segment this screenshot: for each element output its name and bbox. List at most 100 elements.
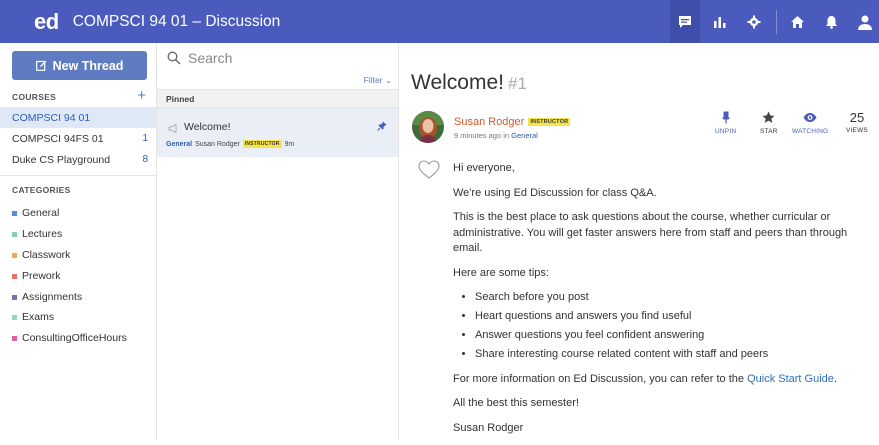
search-icon	[167, 51, 181, 65]
top-separator	[776, 9, 777, 34]
star-icon	[762, 111, 775, 123]
filter-dropdown[interactable]: Filter ⌄	[364, 75, 392, 86]
post-greeting: Hi everyone,	[453, 162, 515, 174]
thread-title: Welcome!	[184, 121, 231, 133]
category-item-exams[interactable]: Exams	[12, 310, 54, 324]
post-view: Welcome! #1 Susan Rodger INSTRUCTOR 9 min…	[400, 43, 879, 440]
post-title: Welcome!	[411, 71, 504, 94]
post-paragraph: We're using Ed Discussion for class Q&A.	[453, 186, 657, 199]
course-name: COMPSCI 94FS 01	[12, 132, 104, 145]
category-label: Assignments	[22, 291, 83, 303]
category-label: General	[22, 207, 60, 219]
thread-meta: General Susan Rodger INSTRUCTOR 9m	[166, 140, 294, 148]
category-color-swatch	[12, 210, 17, 216]
views-count: 25	[849, 110, 865, 125]
course-item-compsci-94fs-01[interactable]: COMPSCI 94FS 01 1	[0, 128, 156, 149]
category-label: Exams	[22, 311, 55, 323]
post-author: Susan Rodger INSTRUCTOR	[454, 116, 571, 128]
quick-start-guide-link[interactable]: Quick Start Guide	[747, 373, 834, 385]
category-color-swatch	[12, 335, 17, 341]
new-thread-label: New Thread	[52, 58, 124, 73]
settings-icon[interactable]	[740, 0, 768, 43]
course-name: Duke CS Playground	[12, 153, 111, 166]
ed-logo[interactable]: ed	[34, 9, 59, 35]
bell-icon[interactable]	[817, 0, 845, 43]
top-icons	[670, 0, 879, 43]
instructor-badge: INSTRUCTOR	[528, 118, 571, 126]
thread-list-panel: Filter ⌄ Pinned Welcome! General Susan R…	[157, 43, 399, 440]
sidebar: New Thread COURSES + COMPSCI 94 01 COMPS…	[0, 43, 157, 440]
category-label: ConsultingOfficeHours	[22, 332, 127, 344]
pin-icon	[721, 111, 730, 124]
category-color-swatch	[12, 252, 17, 258]
pinned-section-heading: Pinned	[157, 89, 398, 108]
post-number: #1	[507, 74, 527, 93]
category-label: Prework	[22, 270, 61, 282]
search-input[interactable]	[188, 50, 388, 66]
post-body: Hi everyone, We're using Ed Discussion f…	[453, 161, 863, 445]
star-button[interactable]: STAR	[760, 111, 778, 135]
category-item-prework[interactable]: Prework	[12, 269, 61, 283]
category-item-classwork[interactable]: Classwork	[12, 248, 70, 262]
post-paragraph: This is the best place to ask questions …	[453, 211, 848, 254]
info-text: For more information on Ed Discussion, y…	[453, 372, 748, 385]
post-paragraph: All the best this semester!	[453, 397, 579, 409]
category-item-consultingofficehours[interactable]: ConsultingOfficeHours	[12, 331, 127, 345]
category-color-swatch	[12, 273, 17, 279]
course-item-compsci-94-01[interactable]: COMPSCI 94 01	[0, 107, 156, 128]
course-name: COMPSCI 94 01	[12, 111, 91, 124]
list-item: Answer questions you feel confident answ…	[475, 328, 863, 344]
user-icon[interactable]	[851, 0, 879, 43]
views-label: VIEWS	[846, 127, 868, 134]
list-item: Heart questions and answers you find use…	[475, 309, 863, 325]
tips-list: Search before you post Heart questions a…	[475, 290, 863, 363]
pin-icon	[377, 120, 387, 134]
add-course-icon[interactable]: +	[137, 87, 146, 104]
star-label: STAR	[760, 128, 778, 135]
analytics-icon[interactable]	[706, 0, 734, 43]
thread-item[interactable]: Welcome! General Susan Rodger INSTRUCTOR…	[157, 108, 398, 157]
categories-heading: CATEGORIES	[12, 185, 71, 195]
category-item-general[interactable]: General	[12, 206, 59, 220]
category-label: Classwork	[22, 249, 71, 261]
category-color-swatch	[12, 294, 17, 300]
new-thread-button[interactable]: New Thread	[12, 51, 147, 80]
compose-icon	[35, 60, 46, 71]
list-item: Search before you post	[475, 290, 863, 306]
unpin-button[interactable]: UNPIN	[715, 111, 736, 135]
category-item-lectures[interactable]: Lectures	[12, 227, 62, 241]
category-color-swatch	[12, 231, 17, 237]
course-badge: 1	[142, 133, 148, 144]
chevron-down-icon: ⌄	[384, 75, 392, 85]
category-label: Lectures	[22, 228, 63, 240]
thread-time: 9m	[284, 140, 295, 148]
thread-category: General	[166, 140, 193, 148]
top-bar: ed COMPSCI 94 01 – Discussion	[0, 0, 879, 43]
eye-icon	[803, 113, 817, 122]
course-item-duke-cs-playground[interactable]: Duke CS Playground 8	[0, 149, 156, 170]
views-counter: 25 VIEWS	[846, 110, 868, 134]
announcement-icon	[168, 122, 179, 136]
search-bar	[167, 50, 388, 66]
heart-icon[interactable]	[418, 160, 440, 182]
avatar[interactable]	[412, 111, 444, 143]
post-category-link[interactable]: General	[511, 131, 538, 140]
list-item: Share interesting course related content…	[475, 347, 863, 363]
post-signature: Susan Rodger	[453, 421, 524, 434]
sidebar-divider	[0, 175, 156, 176]
author-name[interactable]: Susan Rodger	[454, 116, 524, 128]
post-title-row: Welcome! #1	[411, 71, 527, 95]
post-paragraph: Here are some tips:	[453, 266, 549, 279]
category-color-swatch	[12, 314, 17, 320]
home-icon[interactable]	[783, 0, 811, 43]
watching-label: WATCHING	[792, 128, 829, 135]
filter-label: Filter	[363, 75, 383, 85]
watching-button[interactable]: WATCHING	[792, 111, 828, 135]
category-item-assignments[interactable]: Assignments	[12, 290, 82, 304]
courses-heading: COURSES	[12, 92, 57, 102]
course-title[interactable]: COMPSCI 94 01 – Discussion	[73, 13, 281, 31]
info-suffix: .	[833, 372, 837, 385]
discussion-icon[interactable]	[670, 0, 700, 43]
course-badge: 8	[142, 154, 148, 165]
post-timestamp: 9 minutes ago in General	[454, 131, 538, 140]
